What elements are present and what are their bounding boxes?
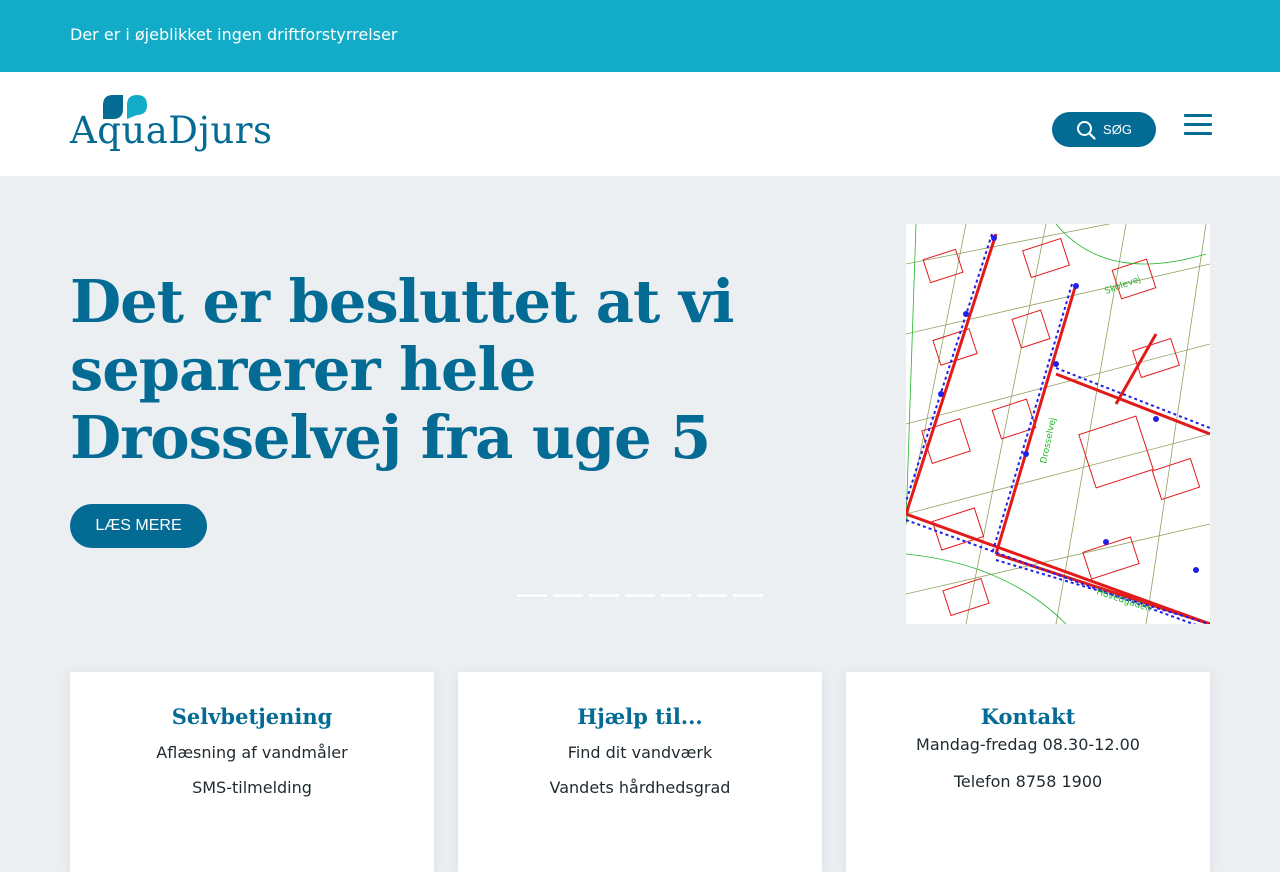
opening-hours: Mandag-fredag 08.30-12.00 [916, 735, 1140, 754]
carousel-dot[interactable] [517, 594, 547, 597]
card-link[interactable]: SMS-tilmelding [70, 778, 434, 797]
carousel-dots [517, 594, 763, 597]
carousel-dot[interactable] [589, 594, 619, 597]
hero-title: Det er besluttet at vi separerer hele Dr… [70, 267, 735, 472]
search-button[interactable]: SØG [1052, 112, 1156, 147]
card-title: Kontakt [980, 704, 1076, 729]
hero-map-image: Skolevej Drosselvej Hovedgaden [906, 224, 1210, 624]
card-contact: Kontakt Mandag-fredag 08.30-12.00 Telefo… [846, 672, 1210, 872]
card-link[interactable]: Aflæsning af vandmåler [70, 743, 434, 762]
card-link[interactable]: Vandets hårdhedsgrad [458, 778, 822, 797]
phone-link[interactable]: Telefon 8758 1900 [846, 772, 1210, 791]
logo[interactable]: AquaDjurs [70, 95, 272, 155]
hamburger-menu-icon[interactable] [1184, 114, 1212, 136]
carousel-dot[interactable] [553, 594, 583, 597]
carousel-dot[interactable] [733, 594, 763, 597]
search-icon [1077, 120, 1096, 140]
card-title: Selvbetjening [171, 704, 333, 729]
carousel-dot[interactable] [661, 594, 691, 597]
status-text: Der er i øjeblikket ingen driftforstyrre… [70, 25, 398, 44]
site-header: AquaDjurs SØG [0, 72, 1280, 176]
card-selvbetjening: Selvbetjening Aflæsning af vandmåler SMS… [70, 672, 434, 872]
carousel-dot[interactable] [697, 594, 727, 597]
status-bar: Der er i øjeblikket ingen driftforstyrre… [0, 0, 1280, 72]
read-more-button[interactable]: LÆS MERE [70, 504, 207, 548]
utility-map-icon: Skolevej Drosselvej Hovedgaden [906, 224, 1210, 624]
logo-text: AquaDjurs [70, 109, 273, 152]
carousel-dot[interactable] [625, 594, 655, 597]
card-help: Hjælp til... Find dit vandværk Vandets h… [458, 672, 822, 872]
card-link[interactable]: Find dit vandværk [458, 743, 822, 762]
card-title: Hjælp til... [577, 704, 703, 729]
search-label: SØG [1103, 122, 1132, 137]
